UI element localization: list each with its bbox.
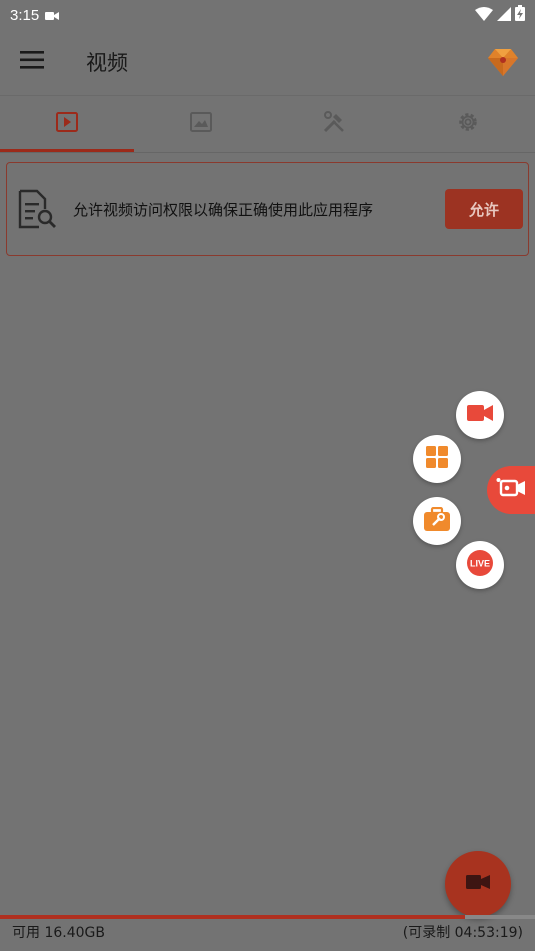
screen-record-toggle[interactable]: [487, 466, 535, 514]
status-bar: 3:15: [0, 0, 535, 30]
storage-recordable: (可录制 04:53:19): [402, 925, 523, 941]
tab-tools[interactable]: [268, 96, 402, 152]
signal-icon: [497, 6, 511, 25]
document-search-icon: [17, 189, 57, 229]
menu-icon: [20, 51, 44, 73]
status-time: 3:15: [10, 6, 40, 24]
tab-bar: [0, 96, 535, 152]
permission-card: 允许视频访问权限以确保正确使用此应用程序 允许: [6, 162, 529, 256]
toolbox-icon: [424, 506, 450, 535]
storage-progress: [0, 915, 535, 919]
image-icon: [189, 112, 212, 136]
record-video-button[interactable]: [456, 391, 504, 439]
storage-info: 可用 16.40GB (可录制 04:53:19): [0, 921, 535, 943]
tab-image[interactable]: [134, 96, 268, 152]
live-label: LIVE: [470, 559, 490, 569]
grid-apps-icon: [426, 446, 448, 472]
permission-message: 允许视频访问权限以确保正确使用此应用程序: [73, 200, 374, 219]
storage-progress-fill: [0, 915, 466, 919]
toolbox-button[interactable]: [413, 497, 461, 545]
play-icon: [55, 112, 78, 136]
storage-available: 可用 16.40GB: [12, 925, 105, 941]
tabs-divider: [0, 152, 535, 153]
record-video-icon: [467, 404, 493, 426]
video-camera-fab-icon: [466, 874, 490, 894]
tab-settings[interactable]: [401, 96, 535, 152]
apps-button[interactable]: [413, 435, 461, 483]
battery-icon: [515, 5, 525, 25]
allow-button[interactable]: 允许: [445, 189, 523, 229]
gear-icon: [456, 110, 480, 138]
video-camera-icon: [45, 6, 60, 25]
menu-button[interactable]: [0, 30, 64, 94]
screen-record-icon: [496, 476, 526, 504]
record-fab[interactable]: [445, 851, 511, 917]
page-title: 视频: [86, 51, 128, 75]
tools-icon: [322, 110, 346, 138]
app-logo-icon[interactable]: [487, 46, 519, 78]
wifi-icon: [475, 6, 493, 25]
live-icon: LIVE: [466, 549, 494, 581]
tab-video[interactable]: [0, 96, 134, 152]
app-bar: 视频: [0, 30, 535, 94]
live-button[interactable]: LIVE: [456, 541, 504, 589]
